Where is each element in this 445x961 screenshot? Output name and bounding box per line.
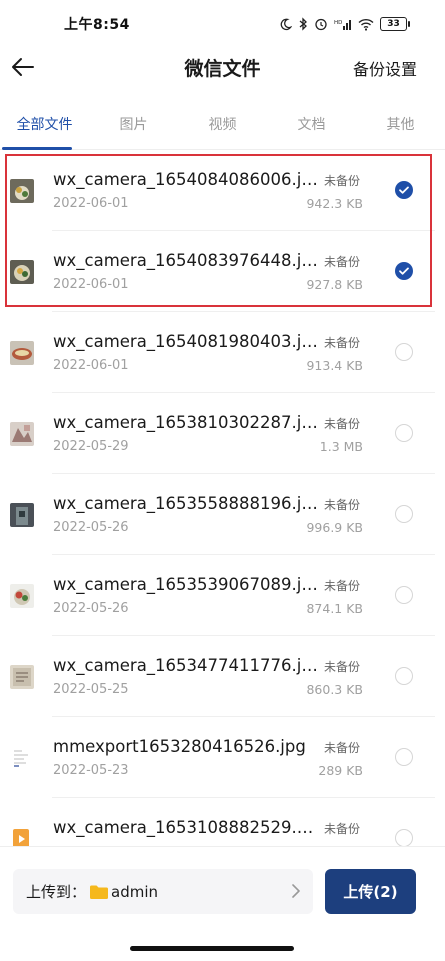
- file-date: 2022-06-01: [53, 358, 129, 373]
- file-row[interactable]: wx_camera_1654083976448.jpg 未备份 2022-06-…: [0, 231, 445, 312]
- file-row[interactable]: wx_camera_1654084086006.jpg 未备份 2022-06-…: [0, 150, 445, 231]
- file-size: 1.3 MB: [319, 439, 363, 454]
- status-bar: 上午8:54 HD 33: [0, 0, 445, 48]
- status-icons: HD 33: [279, 17, 410, 31]
- file-date: 2022-05-29: [53, 439, 129, 454]
- file-size: 289 KB: [318, 763, 363, 778]
- select-checkbox[interactable]: [395, 262, 413, 280]
- moon-icon: [280, 18, 292, 30]
- file-list: wx_camera_1654084086006.jpg 未备份 2022-06-…: [0, 150, 445, 846]
- back-button[interactable]: [6, 50, 40, 84]
- backup-status: 未备份: [324, 822, 361, 836]
- folder-name: admin: [111, 882, 159, 901]
- upload-destination-selector[interactable]: 上传到： admin: [13, 869, 313, 914]
- backup-status: 未备份: [324, 174, 361, 188]
- checkmark-icon: [399, 186, 409, 194]
- file-name: wx_camera_1653810302287.jpg: [53, 413, 321, 432]
- file-name: wx_camera_1653558888196.jpg: [53, 494, 321, 513]
- select-checkbox[interactable]: [395, 343, 413, 361]
- file-name: wx_camera_1654084086006.jpg: [53, 170, 321, 189]
- tab-bar: 全部文件 图片 视频 文档 其他: [0, 104, 445, 150]
- video-file-icon: [10, 827, 34, 846]
- select-checkbox[interactable]: [395, 424, 413, 442]
- file-name: mmexport1653280416526.jpg: [53, 737, 306, 756]
- backup-status: 未备份: [324, 741, 361, 755]
- file-name: wx_camera_1654083976448.jpg: [53, 251, 321, 270]
- file-size: 874.1 KB: [306, 601, 363, 616]
- select-checkbox[interactable]: [395, 505, 413, 523]
- battery-icon: 33: [380, 17, 410, 31]
- select-checkbox[interactable]: [395, 829, 413, 846]
- image-thumbnail: [10, 178, 34, 203]
- backup-status: 未备份: [324, 660, 361, 674]
- backup-status: 未备份: [324, 255, 361, 269]
- image-thumbnail: [10, 664, 34, 689]
- file-row[interactable]: wx_camera_1653539067089.jpg 未备份 2022-05-…: [0, 555, 445, 636]
- select-checkbox[interactable]: [395, 748, 413, 766]
- hd-signal-icon: HD: [334, 19, 351, 30]
- arrow-left-icon: [12, 58, 34, 76]
- tab-other[interactable]: 其他: [356, 104, 445, 149]
- tab-videos[interactable]: 视频: [178, 104, 267, 149]
- file-name: wx_camera_1653108882529.mp4: [53, 818, 321, 837]
- file-date: 2022-05-26: [53, 520, 129, 535]
- upload-to-label: 上传到：: [26, 883, 87, 901]
- file-row[interactable]: wx_camera_1653810302287.jpg 未备份 2022-05-…: [0, 393, 445, 474]
- home-indicator[interactable]: [130, 946, 294, 951]
- image-thumbnail: [10, 259, 34, 284]
- backup-status: 未备份: [324, 498, 361, 512]
- file-size: 913.4 KB: [306, 358, 363, 373]
- header: 微信文件 备份设置: [0, 48, 445, 88]
- wifi-icon: [358, 18, 374, 31]
- file-date: 2022-06-01: [53, 277, 129, 292]
- image-thumbnail: [10, 745, 34, 770]
- tab-all-files[interactable]: 全部文件: [0, 104, 89, 150]
- select-checkbox[interactable]: [395, 586, 413, 604]
- image-thumbnail: [10, 421, 34, 446]
- bottom-divider: [0, 846, 445, 847]
- file-row[interactable]: wx_camera_1653477411776.jpg 未备份 2022-05-…: [0, 636, 445, 717]
- alarm-icon: [315, 18, 327, 31]
- tab-images[interactable]: 图片: [89, 104, 178, 149]
- chevron-right-icon: [292, 884, 300, 898]
- file-name: wx_camera_1653477411776.jpg: [53, 656, 321, 675]
- file-size: 996.9 KB: [306, 520, 363, 535]
- bluetooth-icon: [299, 17, 307, 31]
- image-thumbnail: [10, 340, 34, 365]
- file-size: 942.3 KB: [306, 196, 363, 211]
- file-row[interactable]: wx_camera_1653108882529.mp4 未备份: [0, 798, 445, 846]
- checkmark-icon: [399, 267, 409, 275]
- file-size: 860.3 KB: [306, 682, 363, 697]
- backup-status: 未备份: [324, 417, 361, 431]
- file-row[interactable]: wx_camera_1654081980403.jpg 未备份 2022-06-…: [0, 312, 445, 393]
- select-checkbox[interactable]: [395, 181, 413, 199]
- file-date: 2022-06-01: [53, 196, 129, 211]
- select-checkbox[interactable]: [395, 667, 413, 685]
- file-date: 2022-05-23: [53, 763, 129, 778]
- tab-documents[interactable]: 文档: [267, 104, 356, 149]
- file-row[interactable]: mmexport1653280416526.jpg 未备份 2022-05-23…: [0, 717, 445, 798]
- image-thumbnail: [10, 583, 34, 608]
- svg-text:HD: HD: [334, 20, 342, 26]
- backup-status: 未备份: [324, 336, 361, 350]
- file-date: 2022-05-25: [53, 682, 129, 697]
- file-name: wx_camera_1653539067089.jpg: [53, 575, 321, 594]
- file-size: 927.8 KB: [306, 277, 363, 292]
- file-name: wx_camera_1654081980403.jpg: [53, 332, 321, 351]
- file-row[interactable]: wx_camera_1653558888196.jpg 未备份 2022-05-…: [0, 474, 445, 555]
- backup-settings-button[interactable]: 备份设置: [353, 56, 417, 80]
- status-time: 上午8:54: [64, 17, 130, 33]
- image-thumbnail: [10, 502, 34, 527]
- backup-status: 未备份: [324, 579, 361, 593]
- upload-button[interactable]: 上传(2): [325, 869, 416, 914]
- folder-icon: [90, 885, 109, 899]
- file-date: 2022-05-26: [53, 601, 129, 616]
